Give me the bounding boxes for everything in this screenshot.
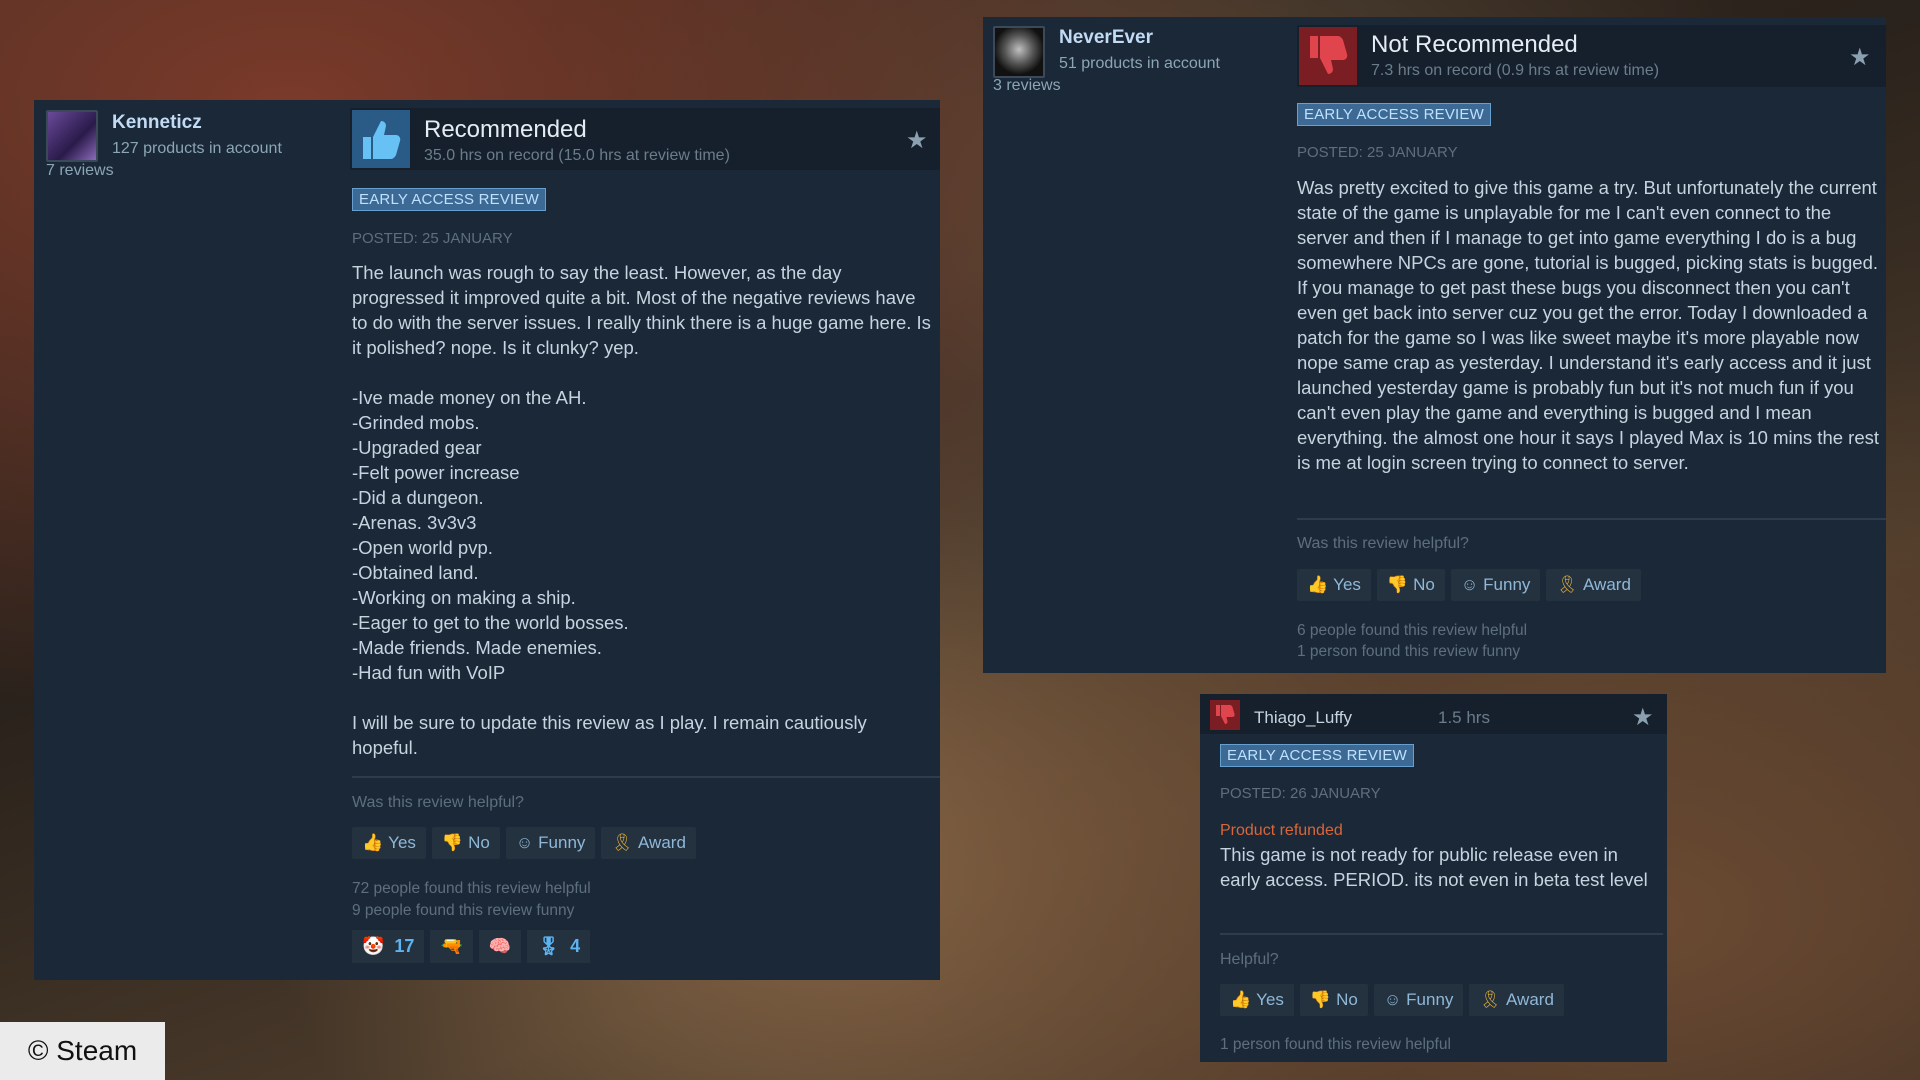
smiley-icon: ☺ [1460,575,1479,594]
yes-label: Yes [1333,575,1361,594]
clown-award-icon: 🤡 [362,936,385,956]
award-count: 17 [394,936,415,956]
username[interactable]: Kenneticz [112,112,202,134]
funny-label: Funny [1406,990,1454,1009]
helpful-count: 1 person found this review helpful [1220,1036,1451,1053]
yes-label: Yes [1256,990,1284,1009]
award-label: Award [1506,990,1554,1009]
award-clown[interactable]: 🤡 17 [352,930,425,963]
copyright-label: © Steam [0,1022,165,1080]
award-brain[interactable]: 🧠 [478,930,522,963]
award-button[interactable]: 🎗 Award [1469,984,1564,1016]
thumbs-down-icon [1210,700,1240,730]
award-button[interactable]: 🎗 Award [1546,569,1641,601]
yes-button[interactable]: 👍 Yes [1297,569,1371,601]
early-access-badge: EARLY ACCESS REVIEW [352,188,546,211]
funny-count: 9 people found this review funny [352,902,575,919]
posted-date: POSTED: 25 JANUARY [1297,144,1458,161]
thumbs-down-icon: 👎 [1386,575,1409,594]
funny-button[interactable]: ☺ Funny [1450,569,1541,601]
award-medal[interactable]: 🎖 4 [527,930,591,963]
review-body: The launch was rough to say the least. H… [352,262,931,758]
award-ribbon-icon: 🎗 [611,833,634,852]
funny-count: 1 person found this review funny [1297,643,1521,660]
yes-button[interactable]: 👍 Yes [1220,984,1294,1016]
divider [1220,933,1663,935]
thumbs-up-icon: 👍 [362,833,384,852]
review-card-neverever: NeverEver 51 products in account 3 revie… [983,17,1886,673]
vote-buttons: 👍 Yes 👎 No ☺ Funny 🎗 Award [352,827,696,859]
reviews-count[interactable]: 7 reviews [46,162,114,180]
reviews-count[interactable]: 3 reviews [993,77,1061,95]
gun-award-icon: 🔫 [440,936,463,956]
helpful-count: 72 people found this review helpful [352,880,591,897]
hours-on-record: 35.0 hrs on record (15.0 hrs at review t… [424,147,730,164]
products-count[interactable]: 51 products in account [1059,55,1220,73]
thumbs-down-icon: 👎 [1309,990,1332,1009]
vote-buttons: 👍 Yes 👎 No ☺ Funny 🎗 Award [1220,984,1564,1016]
vote-header[interactable]: Recommended 35.0 hrs on record (15.0 hrs… [350,108,940,170]
smiley-icon: ☺ [1383,990,1402,1009]
refunded-label: Product refunded [1220,822,1343,839]
smiley-icon: ☺ [515,833,534,852]
funny-button[interactable]: ☺ Funny [505,827,596,859]
verdict: Not Recommended [1371,31,1578,58]
thumbs-up-icon [352,110,410,168]
thumbs-up-icon: 👍 [1307,575,1329,594]
award-list: 🤡 17 🔫 🧠 🎖 4 [352,930,591,963]
review-card-thiago: Thiago_Luffy 1.5 hrs ★ EARLY ACCESS REVI… [1200,694,1667,1062]
helpful-question: Was this review helpful? [1297,535,1469,552]
avatar[interactable] [993,26,1045,78]
review-body: This game is not ready for public releas… [1220,844,1648,890]
thumbs-down-icon: 👎 [441,833,464,852]
username[interactable]: Thiago_Luffy [1254,708,1352,728]
award-gun[interactable]: 🔫 [430,930,473,963]
hours-on-record: 1.5 hrs [1438,708,1490,727]
vote-buttons: 👍 Yes 👎 No ☺ Funny 🎗 Award [1297,569,1641,601]
funny-label: Funny [538,833,586,852]
posted-date: POSTED: 25 JANUARY [352,230,513,247]
star-icon[interactable]: ★ [1632,703,1654,732]
award-label: Award [638,833,686,852]
helpful-question: Helpful? [1220,951,1279,968]
brain-award-icon: 🧠 [488,936,512,956]
funny-button[interactable]: ☺ Funny [1373,984,1464,1016]
vote-header[interactable]: Not Recommended 7.3 hrs on record (0.9 h… [1297,25,1886,87]
early-access-badge: EARLY ACCESS REVIEW [1297,103,1491,126]
yes-button[interactable]: 👍 Yes [352,827,426,859]
star-icon[interactable]: ★ [906,126,928,155]
medal-award-icon: 🎖 [537,936,561,956]
no-button[interactable]: 👎 No [1299,984,1368,1016]
helpful-question: Was this review helpful? [352,794,524,811]
avatar[interactable] [46,110,98,162]
star-icon[interactable]: ★ [1849,43,1871,72]
early-access-badge: EARLY ACCESS REVIEW [1220,744,1414,767]
verdict: Recommended [424,116,587,143]
review-body: Was pretty excited to give this game a t… [1297,177,1885,473]
no-button[interactable]: 👎 No [431,827,500,859]
no-label: No [1413,575,1435,594]
no-button[interactable]: 👎 No [1376,569,1445,601]
divider [1297,518,1886,520]
divider [352,776,940,778]
review-card-kenneticz: Kenneticz 127 products in account 7 revi… [34,100,940,980]
funny-label: Funny [1483,575,1531,594]
products-count[interactable]: 127 products in account [112,140,282,158]
thumbs-down-icon [1299,27,1357,85]
award-button[interactable]: 🎗 Award [601,827,696,859]
posted-date: POSTED: 26 JANUARY [1220,785,1381,802]
hours-on-record: 7.3 hrs on record (0.9 hrs at review tim… [1371,62,1660,79]
no-label: No [468,833,490,852]
thumbs-up-icon: 👍 [1230,990,1252,1009]
no-label: No [1336,990,1358,1009]
helpful-count: 6 people found this review helpful [1297,622,1528,639]
yes-label: Yes [388,833,416,852]
award-ribbon-icon: 🎗 [1556,575,1579,594]
award-label: Award [1583,575,1631,594]
award-ribbon-icon: 🎗 [1479,990,1502,1009]
award-count: 4 [570,936,581,956]
username[interactable]: NeverEver [1059,27,1153,49]
